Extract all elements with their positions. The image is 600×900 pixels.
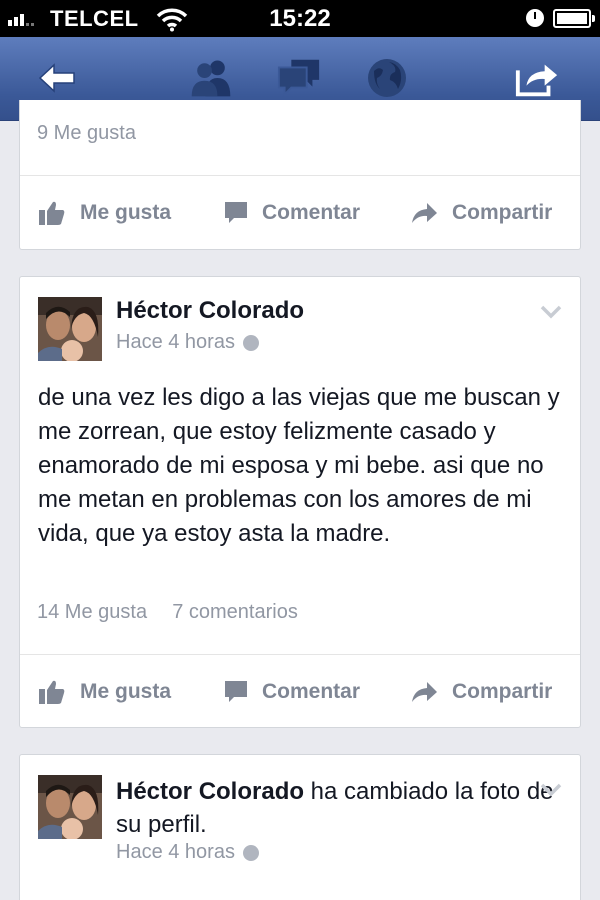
share-post-button[interactable]: Compartir: [410, 655, 552, 729]
author-name[interactable]: Héctor Colorado: [116, 778, 304, 805]
post-card: Héctor Colorado ha cambiado la foto de s…: [19, 754, 581, 900]
chevron-down-icon: [540, 783, 562, 797]
share-button[interactable]: [514, 55, 560, 101]
back-arrow-icon: [38, 63, 75, 93]
avatar[interactable]: [38, 297, 102, 361]
comment-button[interactable]: Comentar: [224, 176, 360, 250]
post-actions: Me gusta Comentar Compartir: [20, 655, 580, 729]
like-button[interactable]: Me gusta: [38, 655, 171, 729]
status-bar: TELCEL 15:22: [0, 0, 600, 37]
like-label: Me gusta: [80, 201, 172, 224]
friend-requests-icon: [191, 60, 231, 97]
post-actions: Me gusta Comentar Compartir: [20, 176, 580, 250]
post-card: 9 Me gusta Me gusta Comentar Compartir: [19, 100, 581, 250]
comment-icon: [225, 202, 247, 223]
comment-label: Comentar: [262, 680, 361, 703]
messages-icon: [277, 59, 320, 97]
status-time: 15:22: [269, 5, 331, 32]
post-card: Héctor Colorado Hace 4 horas de una vez …: [19, 276, 581, 728]
chevron-down-icon: [540, 305, 562, 319]
avatar[interactable]: [38, 775, 102, 839]
comment-count[interactable]: 7 comentarios: [172, 601, 298, 623]
share-label: Compartir: [452, 680, 553, 703]
post-body: de una vez les digo a las viejas que me …: [38, 384, 560, 547]
share-label: Compartir: [452, 201, 553, 224]
timestamp-text: Hace 4 horas: [116, 841, 235, 863]
like-count[interactable]: 14 Me gusta: [37, 601, 147, 623]
share-post-button[interactable]: Compartir: [410, 176, 552, 250]
author-name[interactable]: Héctor Colorado: [116, 297, 304, 325]
alarm-clock-icon: [526, 9, 544, 27]
post-stats: 14 Me gusta 7 comentarios: [37, 601, 298, 624]
share-arrow-icon: [412, 203, 437, 223]
share-arrow-icon: [412, 682, 437, 702]
post-options-button[interactable]: [540, 783, 562, 802]
comment-label: Comentar: [262, 201, 361, 224]
comment-icon: [225, 681, 247, 702]
battery-icon: [553, 9, 595, 28]
friend-requests-button[interactable]: [188, 55, 234, 101]
like-count[interactable]: 9 Me gusta: [37, 122, 136, 145]
notifications-globe-icon: [368, 59, 406, 97]
thumbs-up-icon: [39, 201, 65, 225]
messages-button[interactable]: [276, 55, 322, 101]
back-button[interactable]: [34, 55, 80, 101]
post-options-button[interactable]: [540, 305, 562, 324]
post-timestamp[interactable]: Hace 4 horas: [116, 331, 259, 354]
timestamp-text: Hace 4 horas: [116, 331, 235, 353]
post-timestamp[interactable]: Hace 4 horas: [116, 841, 259, 864]
like-button[interactable]: Me gusta: [38, 176, 171, 250]
story-headline: Héctor Colorado ha cambiado la foto de s…: [116, 775, 556, 841]
thumbs-up-icon: [39, 680, 65, 704]
like-label: Me gusta: [80, 680, 172, 703]
public-globe-icon: [242, 844, 259, 861]
notifications-button[interactable]: [364, 55, 410, 101]
public-globe-icon: [242, 334, 259, 351]
share-icon: [515, 64, 558, 97]
comment-button[interactable]: Comentar: [224, 655, 360, 729]
